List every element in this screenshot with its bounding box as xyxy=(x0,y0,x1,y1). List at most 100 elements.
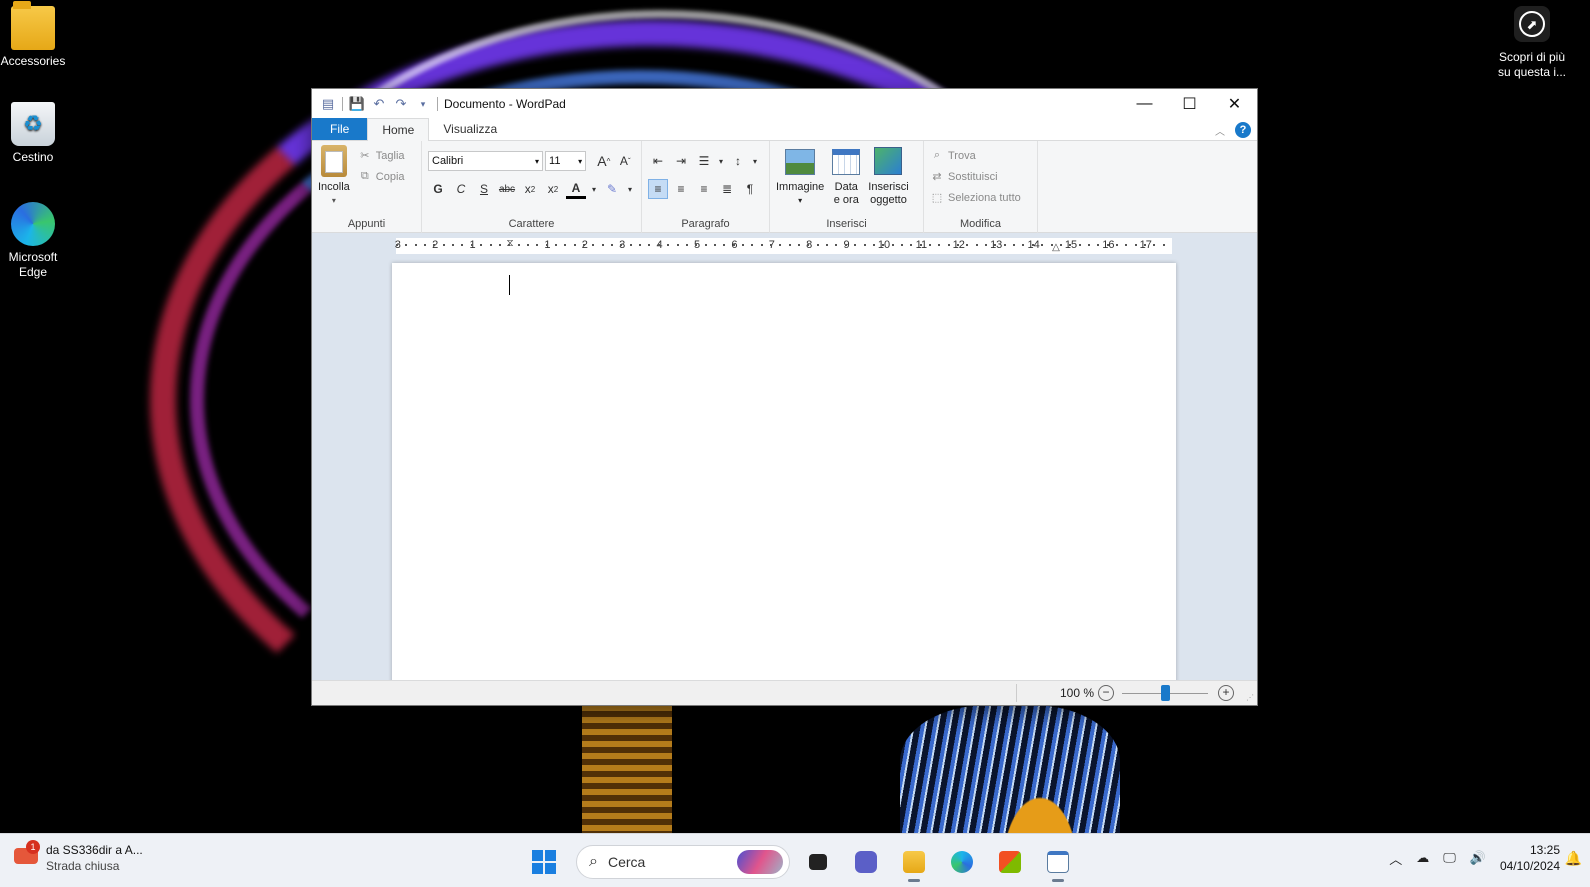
clock[interactable]: 13:25 04/10/2024 xyxy=(1500,842,1560,874)
zoom-slider-thumb[interactable] xyxy=(1161,685,1170,701)
ribbon: Incolla ▾ ✂ Taglia ⧉ Copia Appunti Calib… xyxy=(312,141,1257,233)
line-spacing-icon[interactable]: ↕ xyxy=(728,151,748,171)
align-center-icon[interactable]: ≡ xyxy=(671,179,691,199)
replace-button[interactable]: ⇄ Sostituisci xyxy=(930,166,1031,187)
select-all-button[interactable]: ⬚ Seleziona tutto xyxy=(930,187,1031,208)
select-all-icon: ⬚ xyxy=(931,192,943,204)
copy-label: Copia xyxy=(375,170,405,183)
bullet-list-icon[interactable]: ☰ xyxy=(694,151,714,171)
task-view-icon[interactable] xyxy=(798,842,838,882)
minimize-button[interactable]: — xyxy=(1122,89,1167,119)
taskbar-search[interactable]: ⌕ Cerca xyxy=(576,845,790,879)
paste-dropdown-icon[interactable]: ▾ xyxy=(332,194,336,207)
redo-icon[interactable]: ↷ xyxy=(393,96,409,112)
desktop-icon-label: Cestino xyxy=(12,150,54,164)
chevron-down-icon[interactable]: ▾ xyxy=(751,151,759,171)
ruler-tick xyxy=(1078,244,1081,246)
notification-bell-icon[interactable]: 🔔 xyxy=(1565,850,1582,867)
italic-button[interactable]: C xyxy=(451,179,471,199)
qat-separator xyxy=(437,97,438,111)
news-widget[interactable]: 1 da SS336dir a A... Strada chiusa xyxy=(12,840,143,874)
undo-icon[interactable]: ↶ xyxy=(371,96,387,112)
start-windows-icon[interactable] xyxy=(532,850,556,874)
subscript-icon[interactable]: x2 xyxy=(520,179,540,199)
copy-button[interactable]: ⧉ Copia xyxy=(358,166,405,187)
zoom-out-button[interactable]: − xyxy=(1098,685,1114,701)
wordpad-taskbar-icon[interactable] xyxy=(1038,842,1078,882)
onedrive-offline-icon[interactable]: ☁ xyxy=(1416,850,1429,866)
ruler-tick xyxy=(648,244,651,246)
bold-button[interactable]: G xyxy=(428,179,448,199)
file-explorer-icon[interactable] xyxy=(894,842,934,882)
tab-view[interactable]: Visualizza xyxy=(429,118,511,140)
desktop-icon-recycle-bin[interactable]: ♻ Cestino xyxy=(0,102,68,165)
system-tray: ︿ ☁ 🖵 🔊 13:25 04/10/2024 xyxy=(1389,842,1560,874)
highlight-icon[interactable]: ✎ xyxy=(602,179,622,199)
strikethrough-button[interactable]: abc xyxy=(497,179,517,199)
ruler-area: ⧖ △ 3211234567891011121314151617 xyxy=(312,233,1257,259)
ruler-tick xyxy=(1003,244,1006,246)
font-color-icon[interactable]: A xyxy=(566,179,586,199)
edge-taskbar-icon[interactable] xyxy=(942,842,982,882)
justify-icon[interactable]: ≣ xyxy=(717,179,737,199)
insert-object-button[interactable]: Inserisci oggetto xyxy=(868,145,909,207)
ruler-tick xyxy=(807,244,810,246)
tab-home[interactable]: Home xyxy=(367,118,430,141)
ruler-tick xyxy=(573,244,576,246)
paragraph-settings-icon[interactable]: ¶ xyxy=(740,179,760,199)
replace-icon: ⇄ xyxy=(932,171,942,183)
resize-grip-icon[interactable]: ⋰ xyxy=(1246,693,1254,702)
chevron-down-icon[interactable]: ▾ xyxy=(625,179,635,199)
customize-qat-icon[interactable]: ▾ xyxy=(415,96,431,112)
help-icon[interactable]: ? xyxy=(1235,122,1251,138)
cut-button[interactable]: ✂ Taglia xyxy=(358,145,404,166)
ruler-tick xyxy=(779,244,782,246)
tab-file[interactable]: File xyxy=(312,118,368,140)
group-font: Calibri ▾ 11 ▾ A ^ Aˇ G C S abc x2 x2 A ▾ xyxy=(422,141,642,233)
chevron-down-icon[interactable]: ▾ xyxy=(589,179,599,199)
document-page[interactable] xyxy=(392,263,1176,705)
ruler-tick xyxy=(1069,244,1072,246)
binoculars-icon: ⌕ xyxy=(933,149,941,161)
ruler-tick xyxy=(620,244,623,246)
grow-font-icon[interactable]: A ^ xyxy=(594,151,613,171)
font-family-select[interactable]: Calibri ▾ xyxy=(428,151,544,171)
ruler-tick xyxy=(526,244,529,246)
increase-indent-icon[interactable]: ⇥ xyxy=(671,151,691,171)
font-size-select[interactable]: 11 ▾ xyxy=(545,151,587,171)
align-right-icon[interactable]: ≡ xyxy=(694,179,714,199)
title-bar[interactable]: ▤ 💾 ↶ ↷ ▾ Documento - WordPad — ☐ ✕ xyxy=(312,89,1257,119)
insert-image-button[interactable]: Immagine ▾ xyxy=(776,145,824,207)
decrease-indent-icon[interactable]: ⇤ xyxy=(648,151,668,171)
desktop-icon-edge[interactable]: Microsoft Edge xyxy=(0,202,68,280)
discover-more-widget[interactable]: ⬈ Scopri di più su questa i... xyxy=(1494,6,1570,80)
status-separator xyxy=(1016,684,1017,702)
find-button[interactable]: ⌕ Trova xyxy=(930,145,1031,166)
network-icon[interactable]: 🖵 xyxy=(1443,850,1456,866)
collapse-ribbon-icon[interactable]: ︿ xyxy=(1215,123,1225,138)
horizontal-ruler[interactable]: ⧖ △ 3211234567891011121314151617 xyxy=(392,238,1176,254)
align-left-icon[interactable]: ≡ xyxy=(648,179,668,199)
underline-button[interactable]: S xyxy=(474,179,494,199)
insert-datetime-button[interactable]: Data e ora xyxy=(832,145,861,207)
chat-icon[interactable] xyxy=(846,842,886,882)
scissors-icon: ✂ xyxy=(360,150,370,162)
superscript-icon[interactable]: x2 xyxy=(543,179,563,199)
maximize-button[interactable]: ☐ xyxy=(1167,89,1212,119)
wordpad-app-icon[interactable]: ▤ xyxy=(320,96,336,112)
volume-icon[interactable]: 🔊 xyxy=(1470,850,1486,866)
zoom-in-button[interactable]: + xyxy=(1218,685,1234,701)
close-button[interactable]: ✕ xyxy=(1212,89,1257,119)
desktop-icon-accessories[interactable]: Accessories xyxy=(0,1,68,69)
object-label-1: Inserisci xyxy=(868,181,909,193)
group-clipboard: Incolla ▾ ✂ Taglia ⧉ Copia Appunti xyxy=(312,141,422,233)
quick-access-toolbar: ▤ 💾 ↶ ↷ ▾ xyxy=(312,96,438,112)
show-hidden-icons-icon[interactable]: ︿ xyxy=(1389,849,1402,868)
chevron-down-icon[interactable]: ▾ xyxy=(717,151,725,171)
right-indent-marker[interactable]: △ xyxy=(1052,242,1060,253)
paste-button[interactable]: Incolla ▾ xyxy=(318,145,350,207)
save-icon[interactable]: 💾 xyxy=(349,96,365,112)
store-icon[interactable] xyxy=(990,842,1030,882)
folder-icon xyxy=(11,1,55,50)
shrink-font-icon[interactable]: Aˇ xyxy=(616,151,635,171)
